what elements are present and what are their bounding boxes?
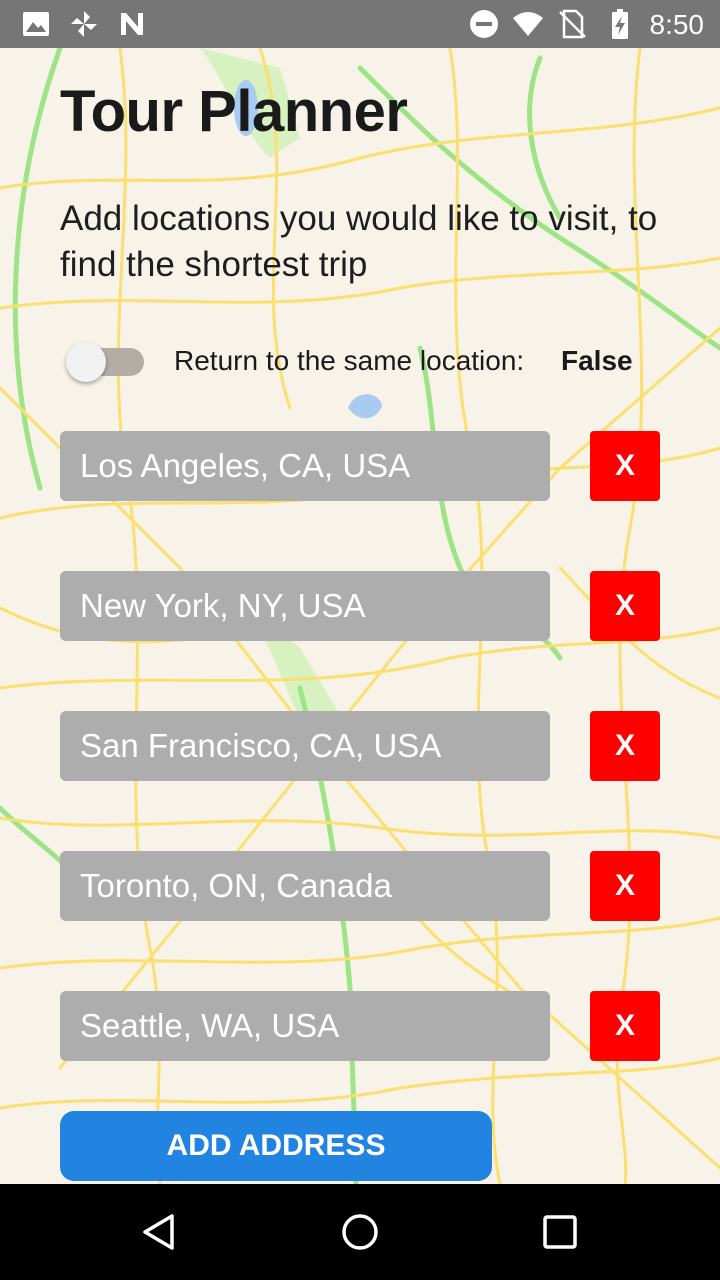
location-row: X (60, 711, 660, 781)
page-subtitle: Add locations you would like to visit, t… (60, 199, 658, 284)
delete-location-button[interactable]: X (590, 991, 660, 1061)
back-icon[interactable] (140, 1212, 180, 1252)
location-input[interactable] (60, 571, 550, 641)
no-sim-icon (559, 9, 586, 39)
location-row: X (60, 431, 660, 501)
nav-bar (0, 1184, 720, 1280)
home-icon[interactable] (340, 1212, 380, 1252)
toggle-label: Return to the same location: (174, 345, 525, 376)
toggle-thumb[interactable] (66, 342, 106, 382)
pinwheel-icon (71, 11, 97, 37)
delete-location-button[interactable]: X (590, 711, 660, 781)
image-icon (23, 12, 49, 36)
add-address-button[interactable]: ADD ADDRESS (60, 1111, 492, 1181)
battery-charging-icon (612, 9, 628, 39)
wifi-icon (513, 12, 543, 36)
return-toggle-switch[interactable] (66, 342, 144, 382)
main-content: Tour Planner Add locations you would lik… (0, 48, 720, 1184)
location-input[interactable] (60, 851, 550, 921)
return-toggle-row: Return to the same location: False (62, 338, 682, 384)
delete-location-button[interactable]: X (590, 431, 660, 501)
do-not-disturb-icon (470, 10, 498, 38)
page-title: Tour Planner (60, 79, 408, 144)
n-logo-icon (121, 13, 143, 35)
delete-location-button[interactable]: X (590, 851, 660, 921)
location-row: X (60, 991, 660, 1061)
delete-location-button[interactable]: X (590, 571, 660, 641)
status-time: 8:50 (649, 9, 705, 40)
status-bar: 8:50 (0, 0, 720, 48)
recents-icon[interactable] (540, 1212, 580, 1252)
location-input[interactable] (60, 711, 550, 781)
location-input[interactable] (60, 431, 550, 501)
location-row: X (60, 851, 660, 921)
location-row: X (60, 571, 660, 641)
location-input[interactable] (60, 991, 550, 1061)
toggle-value: False (561, 345, 633, 376)
